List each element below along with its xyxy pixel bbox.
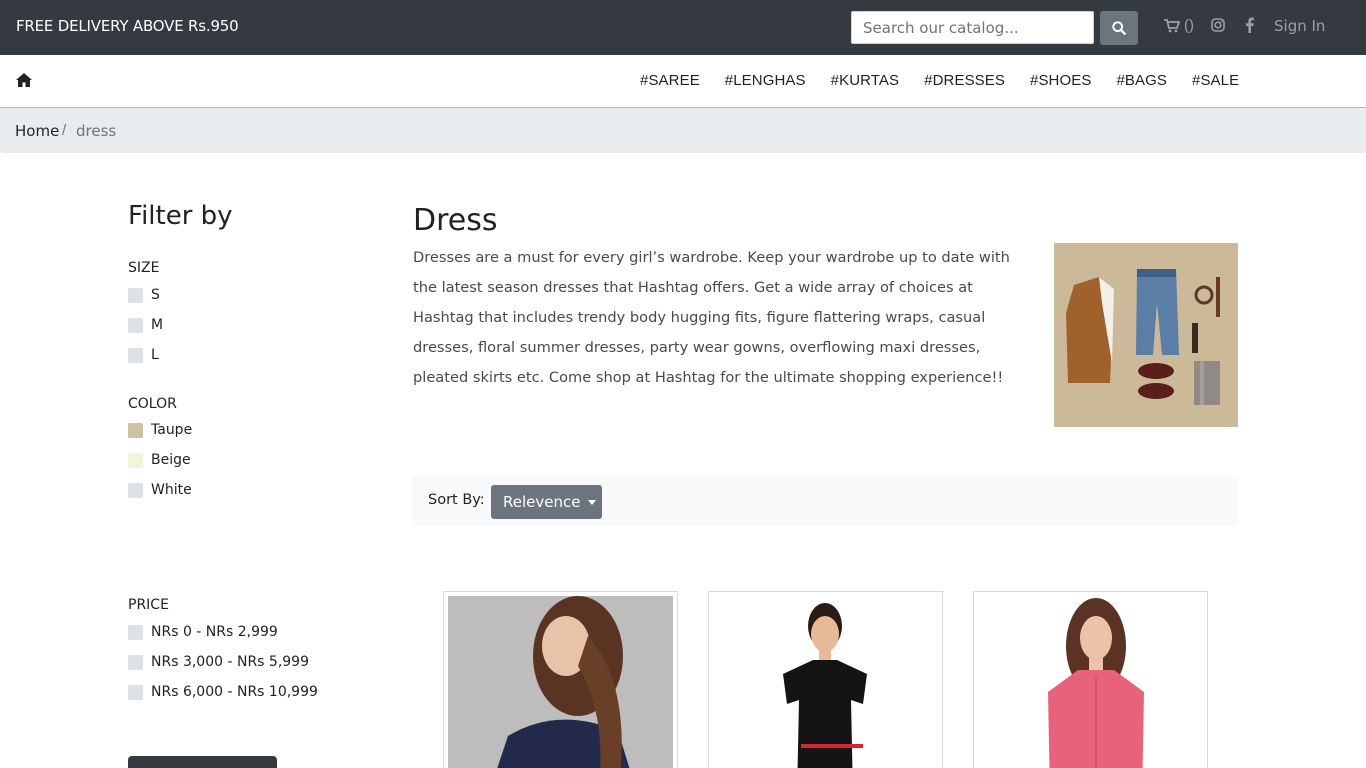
search-input[interactable] <box>851 11 1094 44</box>
price-option-1[interactable]: NRs 0 - NRs 2,999 <box>128 624 278 640</box>
breadcrumb-current: dress <box>76 122 117 140</box>
checkbox[interactable] <box>128 624 143 640</box>
top-bar: FREE DELIVERY ABOVE Rs.950 () Sign In <box>0 0 1366 55</box>
category-title: Dress <box>413 203 498 238</box>
price-filter-label: PRICE <box>128 597 169 613</box>
checkbox[interactable] <box>128 287 143 303</box>
facebook-link[interactable] <box>1245 17 1254 38</box>
promo-text: FREE DELIVERY ABOVE Rs.950 <box>16 17 239 35</box>
instagram-link[interactable] <box>1211 18 1225 37</box>
sort-selected: Relevence <box>503 493 581 511</box>
color-swatch[interactable] <box>128 482 143 498</box>
color-swatch[interactable] <box>128 452 143 468</box>
nav-link-saree[interactable]: #SAREE <box>640 72 700 89</box>
main-nav: #SAREE #LENGHAS #KURTAS #DRESSES #SHOES … <box>0 55 1366 108</box>
checkbox[interactable] <box>128 654 143 670</box>
cart-link[interactable]: () <box>1164 17 1194 34</box>
color-option-label: Taupe <box>151 422 193 438</box>
nav-link-bags[interactable]: #BAGS <box>1116 72 1167 89</box>
product-card[interactable] <box>708 591 943 768</box>
product-image <box>713 596 938 768</box>
checkbox[interactable] <box>128 317 143 333</box>
color-option-beige[interactable]: Beige <box>128 452 191 468</box>
product-image <box>448 596 673 768</box>
checkbox[interactable] <box>128 347 143 363</box>
price-option-label: NRs 6,000 - NRs 10,999 <box>151 684 318 700</box>
cart-count: () <box>1184 17 1194 34</box>
size-option-l[interactable]: L <box>128 347 159 363</box>
caret-down-icon <box>588 499 597 505</box>
size-option-label: S <box>151 287 160 303</box>
product-image <box>978 596 1203 768</box>
color-filter-label: COLOR <box>128 396 177 412</box>
size-option-m[interactable]: M <box>128 317 163 333</box>
search-icon <box>1112 21 1126 35</box>
size-filter-label: SIZE <box>128 260 160 276</box>
color-swatch[interactable] <box>128 422 143 438</box>
sort-dropdown[interactable]: Relevence <box>491 485 602 519</box>
checkbox[interactable] <box>128 684 143 700</box>
price-option-label: NRs 3,000 - NRs 5,999 <box>151 654 309 670</box>
sort-label: Sort By: <box>428 492 485 508</box>
nav-link-lenghas[interactable]: #LENGHAS <box>725 72 806 89</box>
size-option-label: L <box>151 347 159 363</box>
breadcrumb: Home / dress <box>0 108 1366 153</box>
price-option-2[interactable]: NRs 3,000 - NRs 5,999 <box>128 654 309 670</box>
category-banner-image <box>1054 243 1238 427</box>
home-icon <box>16 73 32 87</box>
price-option-3[interactable]: NRs 6,000 - NRs 10,999 <box>128 684 318 700</box>
category-nav: #SAREE #LENGHAS #KURTAS #DRESSES #SHOES … <box>640 72 1239 89</box>
color-option-taupe[interactable]: Taupe <box>128 422 192 438</box>
color-option-label: Beige <box>151 452 191 468</box>
product-card[interactable] <box>973 591 1208 768</box>
price-option-label: NRs 0 - NRs 2,999 <box>151 624 278 640</box>
breadcrumb-separator: / <box>62 122 67 139</box>
sort-bar: Sort By: Relevence <box>413 477 1238 526</box>
size-option-s[interactable]: S <box>128 287 160 303</box>
nav-link-kurtas[interactable]: #KURTAS <box>831 72 900 89</box>
cart-icon <box>1164 18 1180 32</box>
product-card[interactable] <box>443 591 678 768</box>
category-description: Dresses are a must for every girl’s ward… <box>413 249 1010 386</box>
nav-link-shoes[interactable]: #SHOES <box>1030 72 1091 89</box>
breadcrumb-home[interactable]: Home <box>15 122 59 140</box>
nav-link-sale[interactable]: #SALE <box>1192 72 1239 89</box>
facebook-icon <box>1246 17 1254 33</box>
size-option-label: M <box>151 317 164 333</box>
color-option-white[interactable]: White <box>128 482 192 498</box>
color-option-label: White <box>151 482 192 498</box>
nav-link-dresses[interactable]: #DRESSES <box>924 72 1005 89</box>
home-link[interactable] <box>15 72 33 93</box>
instagram-icon <box>1211 18 1225 32</box>
sign-in-link[interactable]: Sign In <box>1274 17 1325 35</box>
apply-filter-button[interactable] <box>128 756 277 768</box>
search-button[interactable] <box>1100 11 1138 45</box>
filter-title: Filter by <box>128 201 233 231</box>
